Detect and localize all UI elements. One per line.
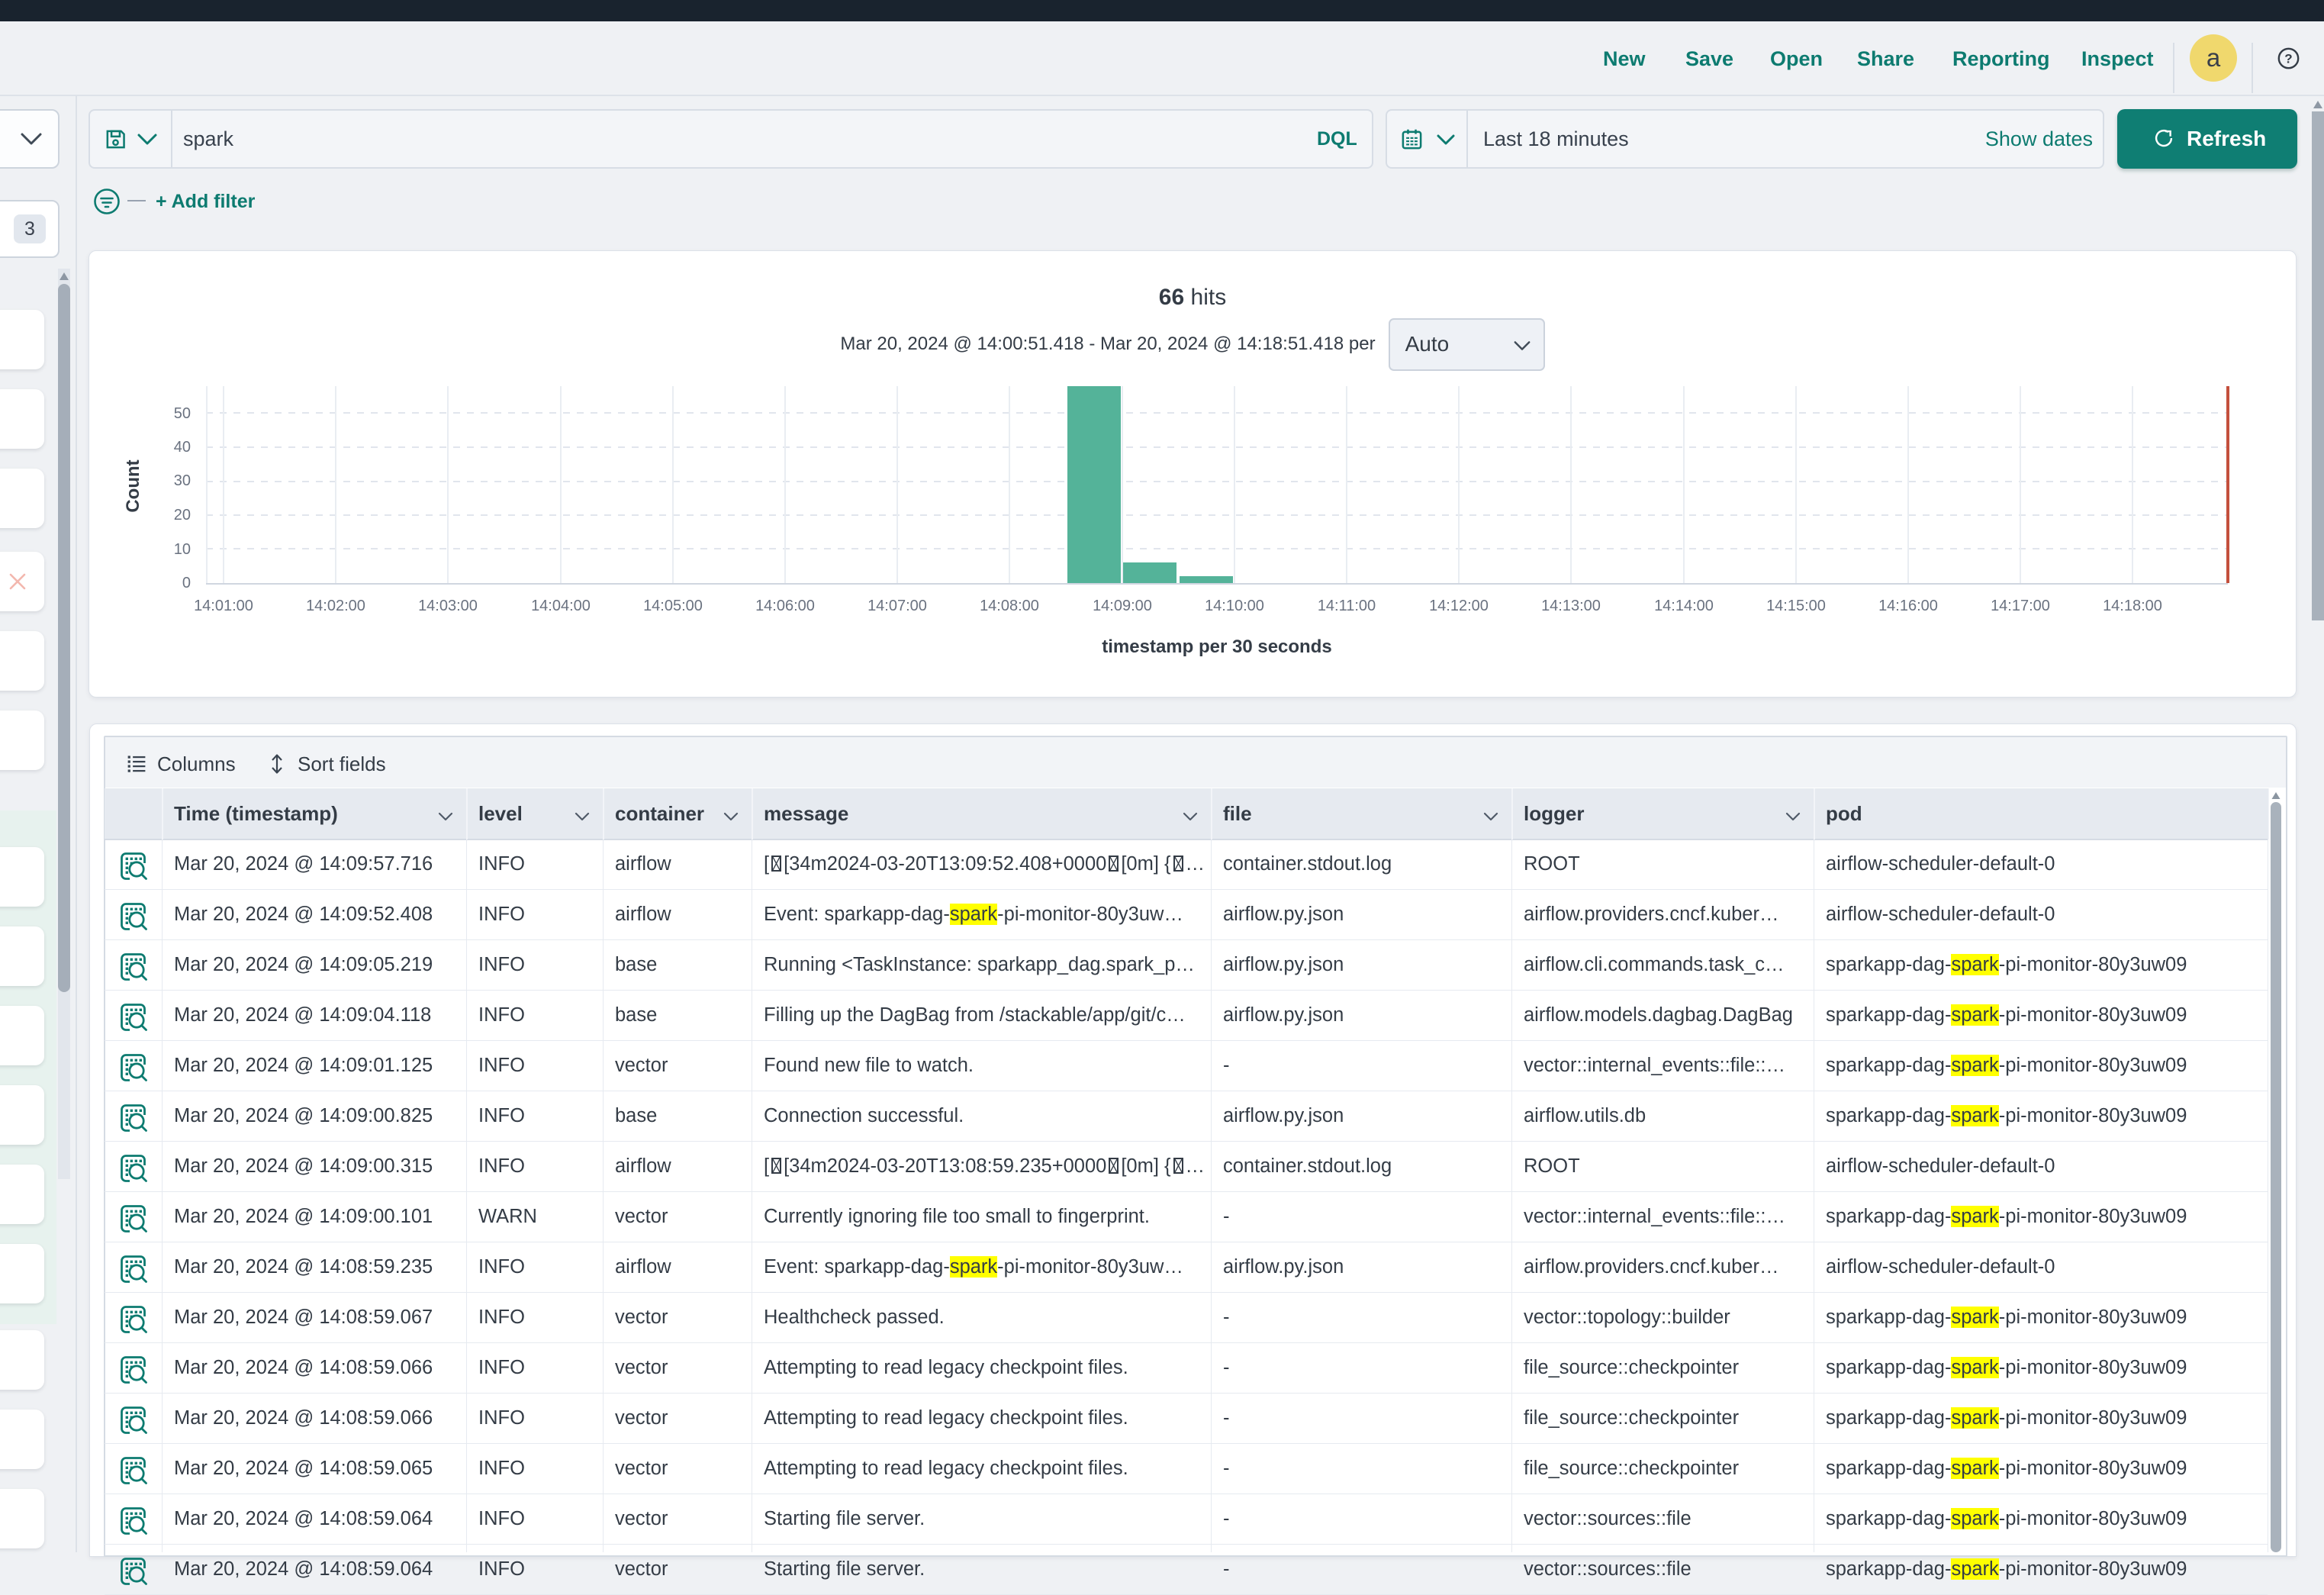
svg-text:?: ? xyxy=(2284,52,2292,66)
